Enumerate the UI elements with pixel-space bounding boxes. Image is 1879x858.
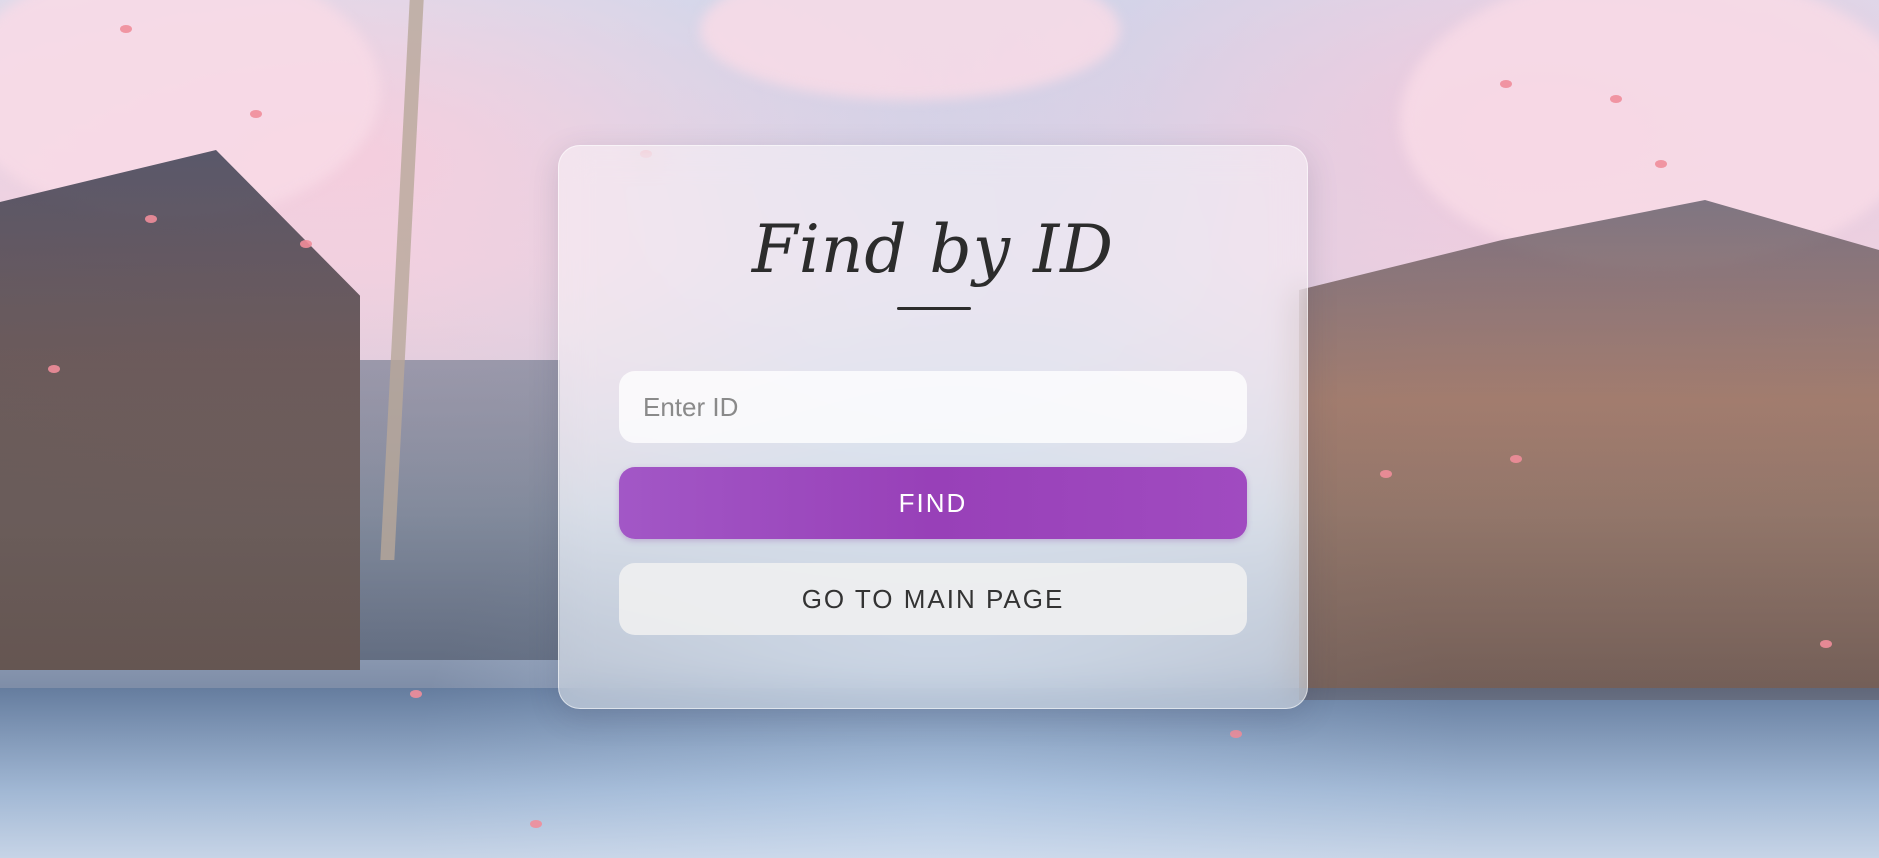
petal — [250, 110, 262, 118]
go-to-main-page-button[interactable]: GO TO MAIN PAGE — [619, 563, 1247, 635]
petal — [1230, 730, 1242, 738]
petal — [1510, 455, 1522, 463]
petal — [1820, 640, 1832, 648]
water-reflection — [0, 688, 1879, 858]
page-title: Find by ID — [751, 211, 1115, 288]
petal — [1500, 80, 1512, 88]
cherry-blossom-canopy — [700, 0, 1120, 100]
petal — [410, 690, 422, 698]
house-illustration — [0, 150, 360, 670]
petal — [1380, 470, 1392, 478]
petal — [1610, 95, 1622, 103]
find-by-id-card: Find by ID FIND GO TO MAIN PAGE — [558, 145, 1308, 709]
house-illustration — [1299, 200, 1879, 700]
petal — [1655, 160, 1667, 168]
petal — [145, 215, 157, 223]
petal — [120, 25, 132, 33]
title-underline — [897, 307, 971, 310]
id-input[interactable] — [619, 371, 1247, 443]
petal — [530, 820, 542, 828]
find-button[interactable]: FIND — [619, 467, 1247, 539]
petal — [48, 365, 60, 373]
petal — [300, 240, 312, 248]
